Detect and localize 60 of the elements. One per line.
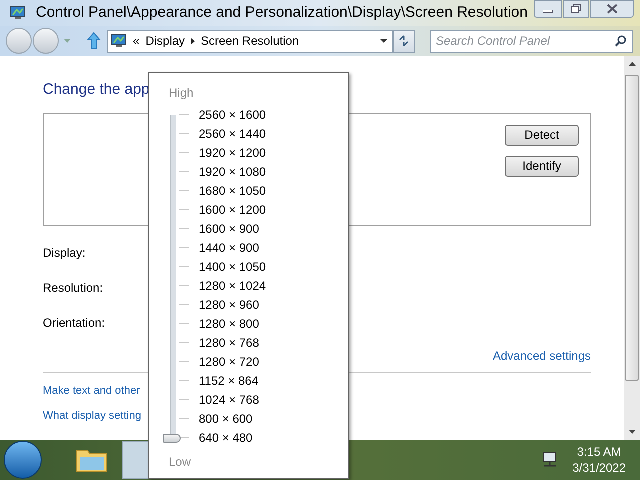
setting-label: Orientation: xyxy=(43,316,106,330)
resolution-option: 640 × 480 xyxy=(199,428,253,446)
minimize-icon xyxy=(543,10,553,13)
search-icon xyxy=(615,35,627,47)
resolution-option: 1152 × 864 xyxy=(199,372,259,390)
resolution-option: 1280 × 768 xyxy=(199,334,260,352)
close-button[interactable] xyxy=(590,0,634,18)
help-link[interactable]: Make text and other xyxy=(43,382,140,398)
scrollbar-thumb[interactable] xyxy=(625,75,639,381)
resolution-option: 1680 × 1050 xyxy=(199,182,266,200)
dropdown-arrow-icon xyxy=(64,39,71,43)
breadcrumb-item[interactable]: Display xyxy=(146,32,186,50)
monitor-icon xyxy=(111,34,127,48)
restore-icon xyxy=(570,4,582,14)
breadcrumb-overflow[interactable]: « xyxy=(133,32,140,50)
resolution-option: 1920 × 1200 xyxy=(199,144,266,162)
resolution-option: 1600 × 1200 xyxy=(199,200,266,218)
advanced-settings-link[interactable]: Advanced settings xyxy=(492,346,591,364)
resolution-option: 1920 × 1080 xyxy=(199,162,266,180)
address-field[interactable]: « Display Screen Resolution xyxy=(107,30,393,52)
resolution-option: 1600 × 900 xyxy=(199,220,260,238)
scroll-down-icon[interactable] xyxy=(628,430,636,434)
panel-button[interactable]: Identify xyxy=(505,156,579,176)
up-button[interactable] xyxy=(85,30,103,52)
minimize-button[interactable] xyxy=(534,0,562,18)
search-placeholder: Search Control Panel xyxy=(436,33,550,50)
clock[interactable]: 3:15 AM 3/31/2022 xyxy=(572,444,626,476)
resolution-option: 1280 × 960 xyxy=(199,296,260,314)
low-label: Low xyxy=(169,454,192,471)
maximize-button[interactable] xyxy=(563,0,589,18)
panel-button[interactable]: Detect xyxy=(505,124,579,146)
breadcrumb-item[interactable]: Screen Resolution xyxy=(201,32,300,50)
start-button[interactable] xyxy=(4,441,42,479)
dropdown-arrow-icon xyxy=(380,39,388,43)
resolution-option: 1280 × 1024 xyxy=(199,276,266,294)
setting-label: Resolution: xyxy=(43,280,104,296)
high-label: High xyxy=(169,85,195,102)
resolution-option: 1024 × 768 xyxy=(199,390,260,408)
monitor-icon xyxy=(10,6,26,20)
window-title: Control Panel\Appearance and Personalization\Display\Screen Resolution xyxy=(36,2,528,23)
close-icon xyxy=(606,4,618,14)
refresh-icon xyxy=(398,35,410,47)
resolution-option: 1280 × 800 xyxy=(199,314,260,332)
clock-time: 3:15 AM xyxy=(577,444,622,460)
resolution-option: 1280 × 720 xyxy=(199,352,260,370)
resolution-option: 2560 × 1440 xyxy=(199,124,266,142)
clock-date: 3/31/2022 xyxy=(572,460,626,476)
vertical-scrollbar[interactable] xyxy=(624,56,640,440)
breadcrumb-arrow-icon xyxy=(191,38,196,44)
slider-thumb[interactable] xyxy=(163,434,181,442)
up-arrow-icon xyxy=(87,32,101,50)
refresh-button[interactable] xyxy=(393,30,415,52)
resolution-option: 800 × 600 xyxy=(199,410,253,428)
network-icon[interactable] xyxy=(540,451,559,469)
help-link[interactable]: What display setting xyxy=(43,408,142,422)
resolution-option: 2560 × 1600 xyxy=(199,106,266,124)
resolution-option: 1400 × 1050 xyxy=(199,258,266,276)
resolution-option: 1440 × 900 xyxy=(199,238,260,256)
setting-label: Display: xyxy=(43,246,86,260)
scroll-up-icon[interactable] xyxy=(628,62,636,66)
